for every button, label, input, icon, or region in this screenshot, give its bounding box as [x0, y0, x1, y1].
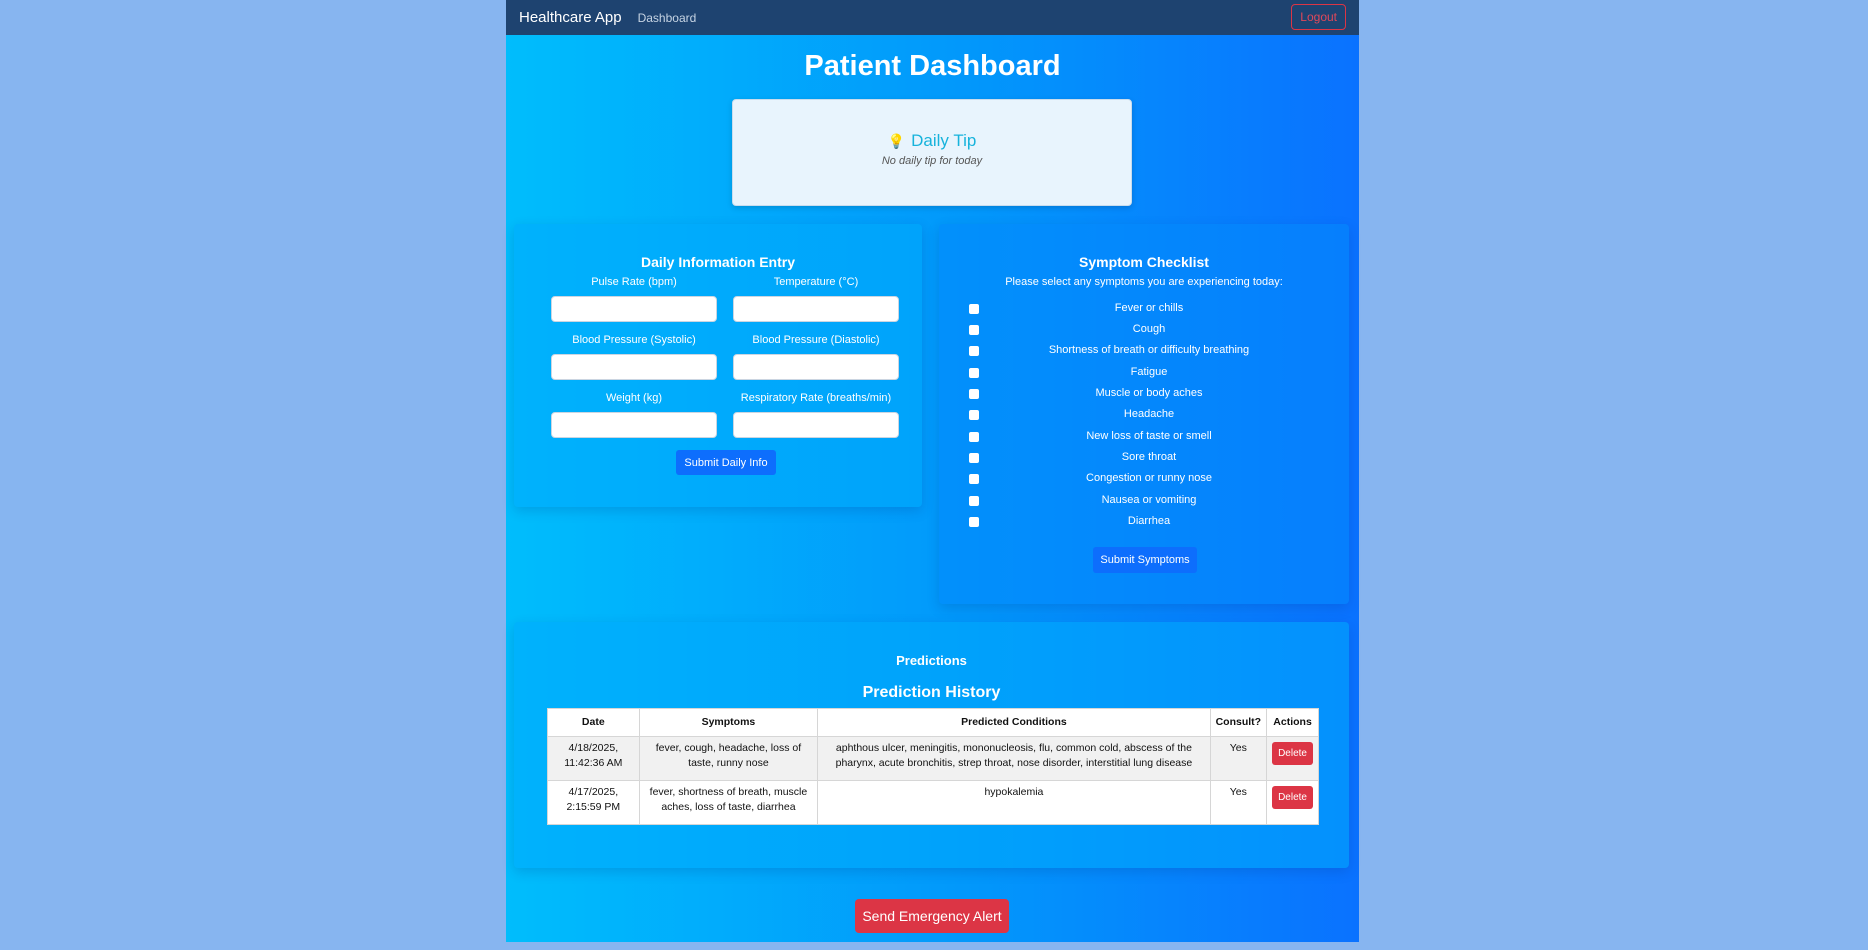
cell-consult: Yes — [1209, 780, 1268, 825]
symptom-label[interactable]: Sore throat — [969, 451, 1329, 463]
table-row: 4/17/2025, 2:15:59 PM fever, shortness o… — [547, 780, 1319, 825]
table-header-row: Date Symptoms Predicted Conditions Consu… — [547, 708, 1319, 737]
temperature-input[interactable] — [733, 296, 899, 322]
cell-date: 4/17/2025, 2:15:59 PM — [547, 780, 640, 825]
symptom-item[interactable]: Fatigue — [969, 366, 1329, 380]
symptom-label[interactable]: Cough — [969, 323, 1329, 335]
symptom-checklist-card: Symptom Checklist Please select any symp… — [939, 224, 1349, 604]
pulse-rate-input[interactable] — [551, 296, 717, 322]
symptom-checklist-title: Symptom Checklist — [1079, 254, 1209, 270]
predictions-card: Predictions Prediction History Date Symp… — [514, 622, 1349, 868]
symptom-item[interactable]: Congestion or runny nose — [969, 472, 1329, 486]
daily-info-card: Daily Information Entry Pulse Rate (bpm)… — [514, 224, 922, 507]
symptom-label[interactable]: Headache — [969, 408, 1329, 420]
submit-daily-info-button[interactable]: Submit Daily Info — [676, 450, 776, 475]
weight-label: Weight (kg) — [605, 392, 663, 404]
weight-input[interactable] — [551, 412, 717, 438]
symptom-item[interactable]: Muscle or body aches — [969, 387, 1329, 401]
bp-diastolic-input[interactable] — [733, 354, 899, 380]
column-header-actions: Actions — [1266, 708, 1319, 737]
page-title: Patient Dashboard — [804, 50, 1061, 82]
daily-tip-text: No daily tip for today — [881, 155, 983, 167]
column-header-symptoms: Symptoms — [638, 708, 819, 737]
app-container: Healthcare App Dashboard Logout Patient … — [506, 0, 1359, 942]
symptom-label[interactable]: Diarrhea — [969, 515, 1329, 527]
cell-actions: Delete — [1266, 780, 1319, 825]
daily-info-title: Daily Information Entry — [640, 254, 796, 270]
nav-link-dashboard[interactable]: Dashboard — [638, 11, 697, 25]
symptom-label[interactable]: Fatigue — [969, 366, 1329, 378]
respiratory-rate-label: Respiratory Rate (breaths/min) — [740, 392, 892, 404]
bp-systolic-input[interactable] — [551, 354, 717, 380]
symptom-item[interactable]: New loss of taste or smell — [969, 430, 1329, 444]
logout-button[interactable]: Logout — [1291, 4, 1346, 30]
delete-button[interactable]: Delete — [1272, 786, 1313, 809]
bp-systolic-label: Blood Pressure (Systolic) — [572, 334, 696, 346]
brand-link[interactable]: Healthcare App — [519, 9, 622, 26]
respiratory-rate-input[interactable] — [733, 412, 899, 438]
symptom-label[interactable]: Shortness of breath or difficulty breath… — [969, 344, 1329, 356]
symptom-label[interactable]: Congestion or runny nose — [969, 472, 1329, 484]
prediction-history-title: Prediction History — [862, 684, 1001, 701]
delete-button[interactable]: Delete — [1272, 742, 1313, 765]
cell-symptoms: fever, shortness of breath, muscle aches… — [638, 780, 819, 825]
symptom-label[interactable]: Fever or chills — [969, 302, 1329, 314]
emergency-alert-button[interactable]: Send Emergency Alert — [855, 899, 1009, 933]
bp-diastolic-label: Blood Pressure (Diastolic) — [752, 334, 880, 346]
daily-tip-title-text: Daily Tip — [911, 131, 977, 150]
cell-conditions: aphthous ulcer, meningitis, mononucleosi… — [817, 736, 1211, 781]
symptom-item[interactable]: Cough — [969, 323, 1329, 337]
temperature-label: Temperature (°C) — [773, 276, 859, 288]
cell-actions: Delete — [1266, 736, 1319, 781]
navbar: Healthcare App Dashboard Logout — [506, 0, 1359, 35]
symptom-item[interactable]: Headache — [969, 408, 1329, 422]
column-header-date: Date — [547, 708, 640, 737]
cell-consult: Yes — [1209, 736, 1268, 781]
symptom-item[interactable]: Shortness of breath or difficulty breath… — [969, 344, 1329, 358]
cell-date: 4/18/2025, 11:42:36 AM — [547, 736, 640, 781]
column-header-consult: Consult? — [1209, 708, 1268, 737]
daily-tip-title: 💡 Daily Tip — [733, 131, 1131, 151]
pulse-rate-label: Pulse Rate (bpm) — [591, 276, 677, 288]
symptom-item[interactable]: Nausea or vomiting — [969, 494, 1329, 508]
predictions-heading: Predictions — [896, 653, 967, 668]
symptom-item[interactable]: Sore throat — [969, 451, 1329, 465]
prediction-history-table: Date Symptoms Predicted Conditions Consu… — [547, 708, 1319, 825]
symptom-checklist-subtitle: Please select any symptoms you are exper… — [1005, 276, 1283, 288]
symptom-label[interactable]: Muscle or body aches — [969, 387, 1329, 399]
table-row: 4/18/2025, 11:42:36 AM fever, cough, hea… — [547, 736, 1319, 781]
symptom-item[interactable]: Diarrhea — [969, 515, 1329, 529]
symptom-label[interactable]: Nausea or vomiting — [969, 494, 1329, 506]
cell-symptoms: fever, cough, headache, loss of taste, r… — [638, 736, 819, 781]
submit-symptoms-button[interactable]: Submit Symptoms — [1093, 547, 1197, 573]
daily-tip-card: 💡 Daily Tip No daily tip for today — [732, 99, 1132, 206]
symptom-item[interactable]: Fever or chills — [969, 302, 1329, 316]
symptom-label[interactable]: New loss of taste or smell — [969, 430, 1329, 442]
lightbulb-icon: 💡 — [887, 133, 906, 149]
column-header-conditions: Predicted Conditions — [817, 708, 1211, 737]
cell-conditions: hypokalemia — [817, 780, 1211, 825]
